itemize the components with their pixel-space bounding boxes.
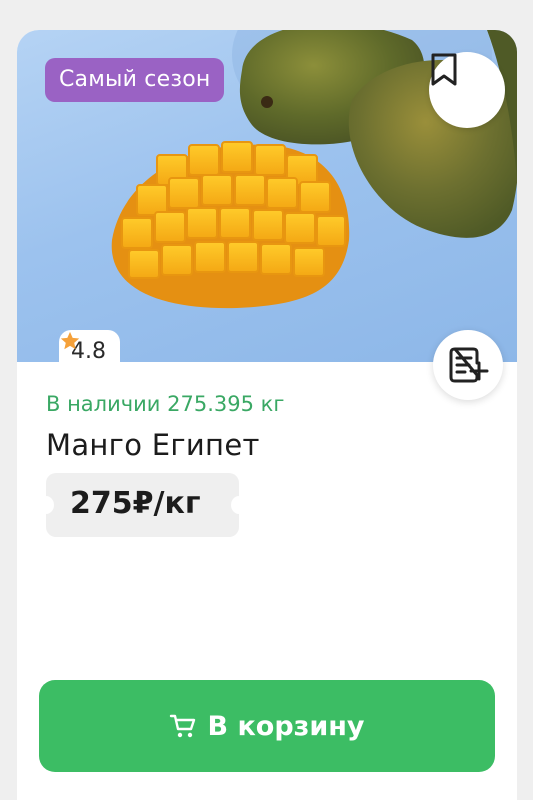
price-tag: 275₽/кг: [38, 473, 247, 537]
product-image[interactable]: Самый сезон 4.8: [17, 30, 517, 362]
cart-icon: [170, 714, 196, 738]
product-name[interactable]: Манго Египет: [46, 428, 260, 462]
rating-badge: 4.8: [59, 330, 120, 362]
price: 275₽/кг: [70, 486, 201, 521]
bookmark-button[interactable]: [429, 52, 505, 128]
list-add-icon: [449, 347, 489, 383]
stock-status: В наличии 275.395 кг: [46, 392, 285, 416]
bookmark-icon: [431, 53, 457, 86]
add-to-cart-button[interactable]: В корзину: [39, 680, 495, 772]
add-to-cart-label: В корзину: [207, 710, 365, 742]
product-card[interactable]: Самый сезон 4.8 В наличии 275.395 кг Ман…: [17, 30, 517, 800]
star-icon: [60, 331, 80, 350]
add-to-list-button[interactable]: [433, 330, 503, 400]
season-badge: Самый сезон: [45, 58, 225, 102]
